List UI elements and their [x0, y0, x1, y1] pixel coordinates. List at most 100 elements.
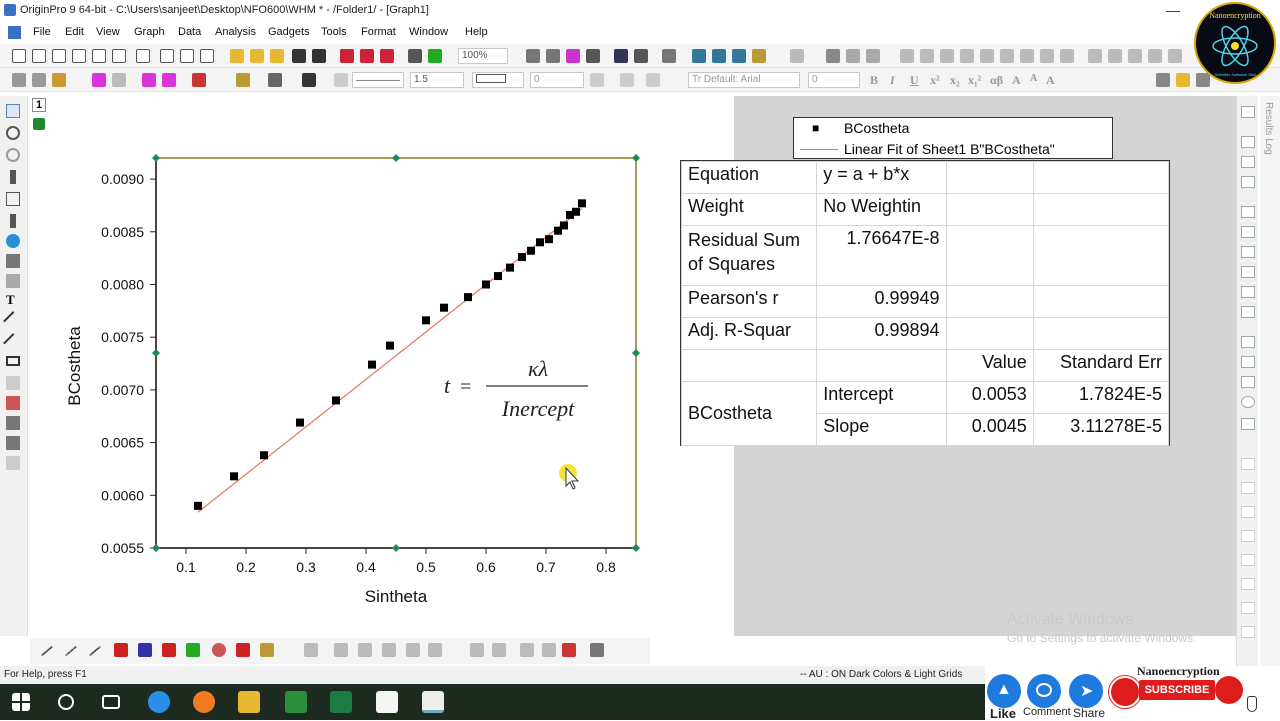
data-point[interactable] — [482, 280, 490, 289]
data-point[interactable] — [332, 396, 340, 405]
resize-handle[interactable] — [152, 154, 160, 162]
superscript-button[interactable]: x² — [930, 73, 940, 88]
area-plot-icon[interactable] — [186, 643, 200, 657]
origin-taskbar-icon[interactable] — [422, 691, 444, 713]
minimize-button[interactable]: — — [1166, 2, 1180, 18]
data-point[interactable] — [518, 253, 526, 262]
data-point[interactable] — [572, 207, 580, 216]
results-log-panel-tab[interactable]: Results Log — [1260, 96, 1280, 666]
resize-handle[interactable] — [632, 154, 640, 162]
filter-icon[interactable] — [1000, 49, 1014, 63]
subscribe-button[interactable]: SUBSCRIBE — [1139, 680, 1215, 700]
label-icon[interactable] — [1148, 49, 1162, 63]
3d-surface-icon[interactable] — [334, 643, 348, 657]
scatter-plot-icon[interactable] — [64, 645, 78, 657]
data-point[interactable] — [494, 272, 502, 281]
resize-handle[interactable] — [152, 349, 160, 357]
3d-bar-icon[interactable] — [358, 643, 372, 657]
x-axis-icon[interactable] — [1088, 49, 1102, 63]
matrix-tool-icon[interactable] — [1241, 176, 1255, 188]
sort-icon[interactable] — [866, 49, 880, 63]
data-point[interactable] — [578, 199, 586, 208]
reset-view-icon[interactable] — [562, 643, 576, 657]
object-tool-icon[interactable] — [1241, 626, 1255, 638]
resize-handle[interactable] — [392, 154, 400, 162]
data-point[interactable] — [536, 238, 544, 247]
pie-plot-icon[interactable] — [212, 643, 226, 657]
data-point[interactable] — [422, 316, 430, 325]
data-point[interactable] — [368, 360, 376, 369]
comment-button[interactable] — [1027, 674, 1061, 708]
column-plot-icon[interactable] — [114, 643, 128, 657]
distribute-icon[interactable] — [1241, 376, 1255, 388]
data-point[interactable] — [386, 341, 394, 350]
notification-bell-icon[interactable] — [1215, 676, 1243, 704]
align-top-icon[interactable] — [1241, 246, 1255, 258]
linear-fit-table[interactable]: Equation y = a + b*x Weight No Weightin … — [680, 160, 1170, 446]
align-left-icon[interactable] — [1241, 206, 1255, 218]
like-button[interactable]: ▲ — [987, 674, 1021, 708]
resize-handle[interactable] — [152, 544, 160, 552]
resize-handle[interactable] — [392, 544, 400, 552]
front-icon[interactable] — [1196, 73, 1210, 87]
greek-button[interactable]: αβ — [990, 73, 1003, 88]
resize-handle[interactable] — [632, 349, 640, 357]
template-plot-icon[interactable] — [260, 643, 274, 657]
disregard-icon[interactable] — [1168, 49, 1182, 63]
column-icon[interactable] — [980, 49, 994, 63]
data-point[interactable] — [506, 263, 514, 272]
data-point[interactable] — [440, 303, 448, 312]
table-tool-icon[interactable] — [1241, 418, 1255, 430]
task-view-icon[interactable] — [102, 695, 120, 709]
windows-start-icon[interactable] — [12, 693, 30, 711]
stack-plot-icon[interactable] — [162, 643, 176, 657]
resize-icon[interactable] — [590, 643, 604, 657]
worksheet-tool-icon[interactable] — [1241, 136, 1255, 148]
legend[interactable]: ■ BCostheta Linear Fit of Sheet1 B"BCost… — [793, 117, 1113, 159]
3d-scatter-icon[interactable] — [382, 643, 396, 657]
image-plot-icon[interactable] — [428, 643, 442, 657]
data-point[interactable] — [230, 472, 238, 481]
edge-icon[interactable] — [148, 691, 170, 713]
front-view-icon[interactable] — [520, 643, 534, 657]
z-axis-icon[interactable] — [1128, 49, 1142, 63]
line-plot-icon[interactable] — [40, 645, 54, 657]
histogram-icon[interactable] — [920, 49, 934, 63]
youtube-play-icon[interactable] — [1109, 676, 1141, 708]
group-icon[interactable] — [1156, 73, 1170, 87]
same-width-icon[interactable] — [1241, 336, 1255, 348]
data-point[interactable] — [194, 501, 202, 510]
align-right-icon[interactable] — [1241, 226, 1255, 238]
sort-desc-icon[interactable] — [1060, 49, 1074, 63]
add-date-icon[interactable] — [732, 49, 746, 63]
align-vcenter-icon[interactable] — [1241, 286, 1255, 298]
ungroup-icon[interactable] — [1176, 73, 1190, 87]
statistics-icon[interactable] — [900, 49, 914, 63]
graph-tool-icon[interactable] — [1241, 156, 1255, 168]
data-point[interactable] — [260, 451, 268, 460]
clear-filter-icon[interactable] — [1020, 49, 1034, 63]
object-tool-icon[interactable] — [1241, 602, 1255, 614]
polar-plot-icon[interactable] — [236, 643, 250, 657]
object-tool-icon[interactable] — [1241, 482, 1255, 494]
same-height-icon[interactable] — [1241, 356, 1255, 368]
add-layer-icon[interactable] — [790, 49, 804, 63]
align-hcenter-icon[interactable] — [1241, 306, 1255, 318]
decrease-font-button[interactable]: A — [1030, 73, 1037, 84]
object-tool-icon[interactable] — [1241, 554, 1255, 566]
subscript-button[interactable]: x₂ — [950, 73, 960, 88]
results-log-tool-icon[interactable] — [1241, 106, 1255, 118]
font-size-select[interactable]: 0 — [808, 72, 860, 88]
bold-button[interactable]: B — [870, 73, 878, 88]
formula-annotation[interactable]: t = κλ Inercept — [444, 356, 588, 421]
new-column-icon[interactable] — [826, 49, 840, 63]
bar-plot-icon[interactable] — [138, 643, 152, 657]
add-object-icon[interactable] — [752, 49, 766, 63]
object-tool-icon[interactable] — [1241, 578, 1255, 590]
object-tool-icon[interactable] — [1241, 458, 1255, 470]
bar-chart-icon[interactable] — [940, 49, 954, 63]
notepad-icon[interactable] — [376, 691, 398, 713]
align-bottom-icon[interactable] — [1241, 266, 1255, 278]
supsubscript-button[interactable]: x₁² — [968, 73, 981, 88]
font-color-button[interactable]: A — [1046, 73, 1055, 88]
